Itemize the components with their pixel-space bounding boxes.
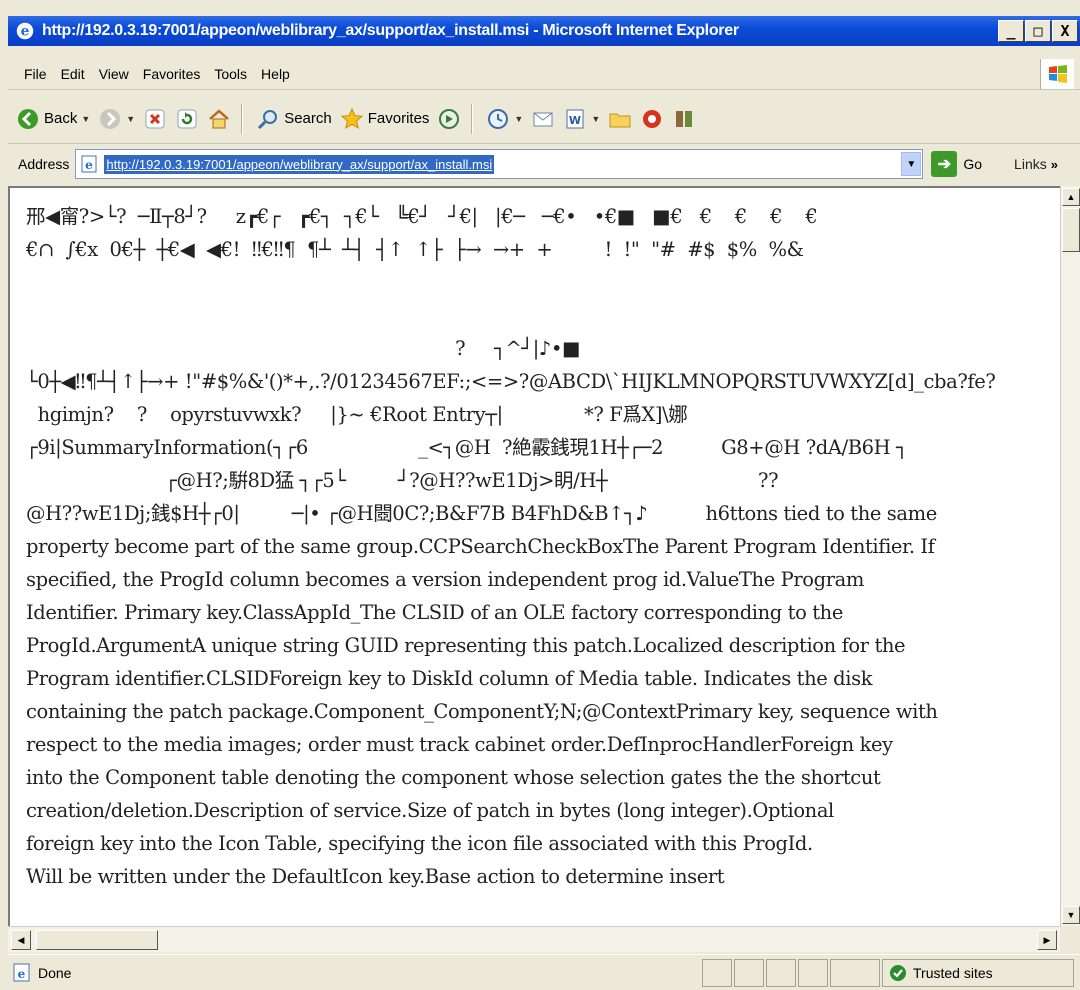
research-button[interactable] bbox=[672, 107, 696, 131]
messenger-icon bbox=[643, 109, 662, 128]
history-button[interactable]: ▼ bbox=[486, 107, 523, 131]
media-icon bbox=[439, 108, 460, 129]
menu-edit[interactable]: Edit bbox=[61, 66, 85, 82]
msi-binary-text: 邢◀甯?>└? ─Ⅱ┬8┘? z┏€┌ ┏€┐ ┐€└ ╚€┘ ┘€| |€─ … bbox=[26, 205, 996, 888]
trusted-check-icon bbox=[890, 964, 906, 981]
maximize-button[interactable]: □ bbox=[1025, 20, 1051, 42]
window-title: http://192.0.3.19:7001/appeon/weblibrary… bbox=[42, 22, 739, 39]
search-label: Search bbox=[284, 110, 332, 127]
status-bar: e Done Trusted sites bbox=[8, 954, 1080, 990]
status-text: Done bbox=[38, 964, 72, 981]
address-input[interactable]: e http://192.0.3.19:7001/appeon/weblibra… bbox=[75, 149, 924, 179]
zone-label: Trusted sites bbox=[913, 964, 993, 981]
address-bar: Address e http://192.0.3.19:7001/appeon/… bbox=[8, 146, 1080, 182]
scroll-down-icon[interactable]: ▼ bbox=[1062, 906, 1080, 924]
ie-logo-icon: e bbox=[16, 22, 34, 40]
mail-button[interactable] bbox=[531, 107, 555, 131]
links-chevron-icon[interactable]: » bbox=[1051, 157, 1058, 172]
svg-text:W: W bbox=[569, 114, 581, 127]
status-main: e Done bbox=[8, 959, 700, 987]
back-label: Back bbox=[44, 110, 78, 127]
media-button[interactable] bbox=[437, 107, 461, 131]
stop-icon bbox=[145, 109, 165, 128]
address-label: Address bbox=[18, 156, 70, 172]
scroll-right-icon[interactable]: ▶ bbox=[1037, 930, 1057, 950]
back-arrow-icon bbox=[18, 108, 38, 129]
go-arrow-icon: ➔ bbox=[931, 151, 958, 177]
mail-icon bbox=[533, 112, 553, 126]
svg-text:e: e bbox=[18, 967, 26, 981]
scroll-up-icon[interactable]: ▲ bbox=[1062, 188, 1080, 206]
minimize-button[interactable]: _ bbox=[998, 20, 1024, 42]
vertical-scrollbar[interactable]: ▲ ▼ bbox=[1060, 186, 1080, 926]
vertical-scroll-thumb[interactable] bbox=[1062, 208, 1080, 252]
forward-arrow-icon bbox=[100, 108, 121, 129]
favorites-label: Favorites bbox=[367, 110, 430, 127]
star-icon bbox=[340, 107, 363, 129]
stop-button[interactable] bbox=[143, 107, 167, 131]
word-icon: W bbox=[566, 109, 584, 128]
menu-favorites[interactable]: Favorites bbox=[143, 66, 201, 82]
search-button[interactable]: Search bbox=[256, 107, 332, 131]
discuss-button[interactable] bbox=[640, 107, 664, 131]
search-icon bbox=[258, 109, 278, 129]
refresh-icon bbox=[177, 109, 197, 128]
folder-button[interactable] bbox=[608, 107, 632, 131]
go-label: Go bbox=[963, 156, 983, 172]
menu-bar: File Edit View Favorites Tools Help bbox=[8, 58, 1080, 90]
svg-text:e: e bbox=[86, 158, 94, 172]
page-done-icon: e bbox=[13, 963, 30, 981]
menu-file[interactable]: File bbox=[24, 66, 47, 82]
go-button[interactable]: ➔ Go bbox=[931, 151, 982, 177]
refresh-button[interactable] bbox=[175, 107, 199, 131]
menu-help[interactable]: Help bbox=[261, 66, 290, 82]
chevron-down-icon[interactable]: ▼ bbox=[126, 114, 135, 124]
chevron-down-icon[interactable]: ▼ bbox=[591, 114, 600, 124]
chevron-down-icon[interactable]: ▼ bbox=[81, 114, 90, 124]
history-icon bbox=[488, 108, 509, 129]
standard-toolbar: Back ▼ ▼ Search Favorites ▼ W ▼ bbox=[8, 94, 1080, 144]
close-button[interactable]: X bbox=[1052, 20, 1078, 42]
menu-tools[interactable]: Tools bbox=[214, 66, 247, 82]
research-icon bbox=[676, 110, 693, 127]
back-button[interactable]: Back ▼ bbox=[16, 107, 90, 131]
security-zone[interactable]: Trusted sites bbox=[882, 958, 1074, 987]
chevron-down-icon[interactable]: ▼ bbox=[514, 114, 523, 124]
windows-logo-icon bbox=[1040, 58, 1074, 89]
horizontal-scroll-thumb[interactable] bbox=[36, 930, 158, 950]
page-icon: e bbox=[81, 155, 97, 173]
browser-window: e http://192.0.3.19:7001/appeon/weblibra… bbox=[0, 0, 1080, 990]
folder-icon bbox=[609, 113, 631, 127]
title-bar[interactable]: e http://192.0.3.19:7001/appeon/weblibra… bbox=[8, 16, 1080, 46]
home-icon bbox=[209, 108, 230, 128]
horizontal-scrollbar[interactable]: ◀ ▶ bbox=[8, 926, 1060, 952]
address-url[interactable]: http://192.0.3.19:7001/appeon/weblibrary… bbox=[104, 154, 495, 174]
favorites-button[interactable]: Favorites bbox=[340, 107, 430, 131]
address-dropdown-icon[interactable]: ▼ bbox=[901, 152, 922, 176]
window-controls: _ □ X bbox=[997, 20, 1078, 42]
links-button[interactable]: Links bbox=[1014, 156, 1047, 172]
edit-button[interactable]: W ▼ bbox=[563, 107, 600, 131]
svg-text:e: e bbox=[21, 24, 30, 40]
page-content: 邢◀甯?>└? ─Ⅱ┬8┘? z┏€┌ ┏€┐ ┐€└ ╚€┘ ┘€| |€─ … bbox=[8, 186, 1060, 926]
scroll-left-icon[interactable]: ◀ bbox=[11, 930, 31, 950]
menu-view[interactable]: View bbox=[99, 66, 129, 82]
forward-button[interactable]: ▼ bbox=[98, 107, 135, 131]
home-button[interactable] bbox=[207, 107, 231, 131]
